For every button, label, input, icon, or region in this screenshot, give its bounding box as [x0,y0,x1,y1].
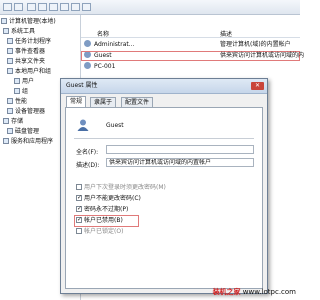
watermark-url: www.lotpc.com [242,288,296,296]
list-item[interactable]: Administrat... 管理计算机(域)的内置帐户 [81,40,300,50]
list-item-selected[interactable]: Guest 供来宾访问计算机或访问域的内 [81,51,304,61]
user-description: 管理计算机(域)的内置帐户 [220,41,291,48]
tree-item-local-users[interactable]: 本地用户和组 [7,67,51,76]
tree-item-label: 组 [22,88,29,95]
watermark-text: 装机之家 [212,288,241,296]
tree-root[interactable]: 计算机管理(本地) [1,17,56,26]
tree-item-device-manager[interactable]: 设备管理器 [7,107,45,116]
description-label: 描述(D): [76,162,100,169]
tree-item-disk-management[interactable]: 磁盘管理 [7,127,39,136]
back-button[interactable] [3,3,12,11]
checkbox-box[interactable] [76,184,82,190]
tree-item-system-tools[interactable]: 系统工具 [3,27,35,36]
event-icon [7,48,13,54]
general-panel: Guest 全名(F): 描述(D): 供来宾访问计算机或访问域的内置帐户 用户… [65,107,263,289]
export-button[interactable] [71,3,80,11]
checkbox-label: 帐户已锁定(O) [84,228,124,235]
checkbox-box[interactable] [76,228,82,234]
checkbox-box[interactable] [76,194,82,202]
close-icon[interactable]: ✕ [251,82,264,90]
checkbox-label: 帐户已禁用(B) [84,217,123,224]
checkbox-box[interactable] [76,216,82,224]
checkbox-box[interactable] [76,205,82,213]
tree-item-label: 服务和应用程序 [11,138,54,145]
tree-item-task-scheduler[interactable]: 任务计划程序 [7,37,51,46]
tree-item-groups[interactable]: 组 [14,87,28,96]
tree-item-users[interactable]: 用户 [14,77,34,86]
user-icon [84,51,91,58]
tree-item-label: 共享文件夹 [15,58,46,65]
divider [74,138,254,139]
user-icon [77,119,89,131]
user-name: PC-001 [94,63,116,70]
description-field[interactable]: 供来宾访问计算机或访问域的内置帐户 [106,158,254,167]
fullname-label: 全名(F): [76,149,99,156]
fullname-field[interactable] [106,145,254,154]
forward-button[interactable] [14,3,23,11]
checkbox-label: 密码永不过期(P) [84,206,129,213]
tree-item-label: 性能 [15,98,28,105]
tree-item-label: 事件查看器 [15,48,46,55]
tree-item-label: 设备管理器 [15,108,46,115]
checkbox-must-change-password[interactable]: 用户下次登录时须更改密码(M) [76,184,166,192]
column-name[interactable]: 名称 [97,29,109,38]
toolbar [0,0,300,15]
watermark: 装机之家 www.lotpc.com [213,287,296,297]
tree-item-shared-folders[interactable]: 共享文件夹 [7,57,45,66]
folder-icon [14,78,20,84]
dialog-title: Guest 属性 [66,82,98,89]
checkbox-label: 用户不能更改密码(C) [84,195,141,202]
user-description: 供来宾访问计算机或访问域的内 [220,52,305,59]
list-item[interactable]: PC-001 [81,62,300,72]
performance-icon [7,98,13,104]
user-name: Administrat... [94,41,135,48]
column-description[interactable]: 描述 [220,29,232,38]
folder-icon [7,58,13,64]
tree-item-label: 系统工具 [11,28,36,35]
properties-dialog: Guest 属性 ✕ 常规 隶属于 配置文件 Guest 全名(F): 描述(D… [60,78,268,294]
computer-icon [1,18,7,24]
refresh-button[interactable] [60,3,69,11]
tree-item-label: 任务计划程序 [15,38,52,45]
clock-icon [7,38,13,44]
tree-item-event-viewer[interactable]: 事件查看器 [7,47,45,56]
tree-item-label: 用户 [22,78,35,85]
tree-item-label: 本地用户和组 [15,68,52,75]
user-avatar [76,118,90,132]
user-name: Guest [94,52,112,59]
folder-icon [14,88,20,94]
tree-root-label: 计算机管理(本地) [9,18,56,25]
user-icon [84,62,91,69]
tools-icon [3,28,9,34]
tree-item-performance[interactable]: 性能 [7,97,27,106]
checkbox-account-locked[interactable]: 帐户已锁定(O) [76,228,123,236]
users-icon [7,68,13,74]
disk-icon [7,128,13,134]
tree-item-label: 存储 [11,118,24,125]
list-header: 名称 描述 [81,28,300,38]
checkbox-label: 用户下次登录时须更改密码(M) [84,184,166,191]
checkbox-cannot-change-password[interactable]: 用户不能更改密码(C) [76,194,141,203]
checkbox-password-never-expires[interactable]: 密码永不过期(P) [76,205,129,214]
username-label: Guest [106,122,124,129]
tree-item-label: 磁盘管理 [15,128,40,135]
dialog-titlebar[interactable]: Guest 属性 ✕ [61,79,267,94]
tree-item-storage[interactable]: 存储 [3,117,23,126]
checkbox-account-disabled[interactable]: 帐户已禁用(B) [74,215,139,227]
delete-button[interactable] [49,3,58,11]
services-icon [3,138,9,144]
user-icon [84,40,91,47]
help-button[interactable] [82,3,91,11]
device-icon [7,108,13,114]
properties-button[interactable] [38,3,47,11]
up-button[interactable] [27,3,36,11]
tree-item-services[interactable]: 服务和应用程序 [3,137,53,146]
storage-icon [3,118,9,124]
